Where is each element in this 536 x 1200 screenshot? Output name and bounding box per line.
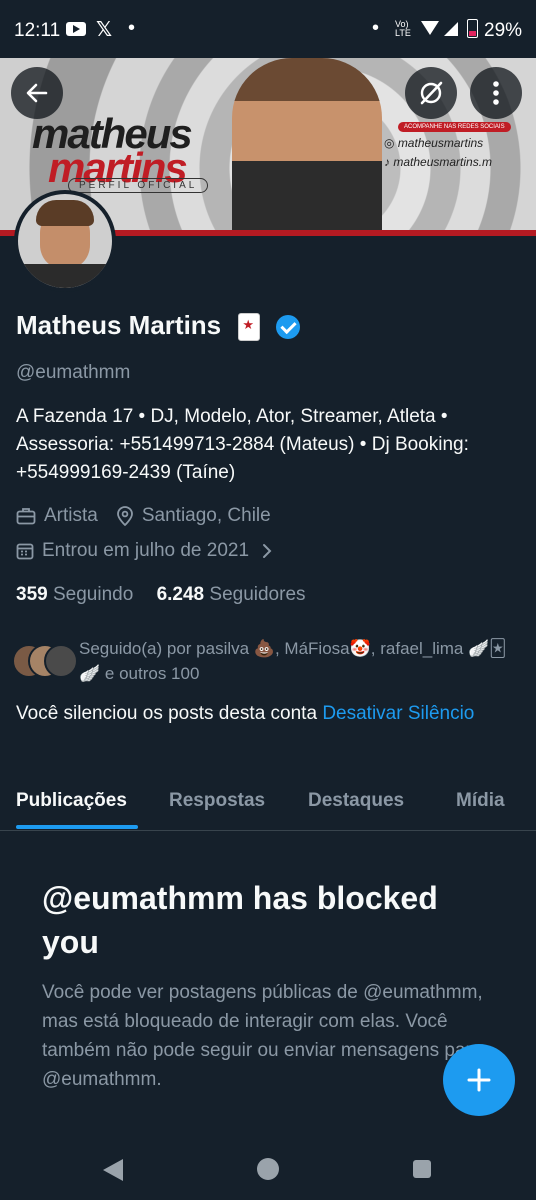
banner-tiktok: ♪ matheusmartins.m <box>384 155 492 169</box>
profile-joined-row[interactable]: Entrou em julho de 2021 <box>16 540 275 562</box>
briefcase-icon <box>16 508 36 525</box>
verified-badge-icon[interactable] <box>275 315 300 340</box>
nav-back-icon[interactable] <box>103 1159 123 1181</box>
instagram-icon: ◎ <box>384 136 398 150</box>
blocked-description: Você pode ver postagens públicas de @eum… <box>42 982 483 1090</box>
banner-instagram: ◎ matheusmartins <box>384 136 483 150</box>
nav-recents-icon[interactable] <box>413 1160 431 1178</box>
profile-bio: A Fazenda 17 • DJ, Modelo, Ator, Streame… <box>16 406 469 483</box>
muted-notice: Você silenciou os posts desta conta Desa… <box>16 699 516 728</box>
blocked-title: @eumathmm has blocked you <box>42 880 438 960</box>
more-vertical-icon <box>493 81 499 105</box>
grok-button[interactable] <box>405 67 457 119</box>
follower-avatar <box>44 644 78 678</box>
battery-icon <box>467 19 478 38</box>
tab-respostas[interactable]: Respostas <box>169 790 265 812</box>
following-label: Seguindo <box>52 584 134 605</box>
grok-icon <box>420 81 443 105</box>
profile-handle: @eumathmm <box>16 362 131 383</box>
status-time: 12:11 <box>14 20 61 41</box>
muted-text: Você silenciou os posts desta conta <box>16 703 318 724</box>
cell-signal-icon <box>444 22 458 36</box>
followers-label: Seguidores <box>209 584 306 605</box>
followers-count: 6.248 <box>156 584 205 605</box>
avatar-hair <box>36 200 94 226</box>
notification-dot-icon: • <box>128 17 136 39</box>
more-options-button[interactable] <box>470 67 522 119</box>
joker-card-emoji-icon <box>238 313 261 342</box>
chevron-right-icon <box>263 544 272 558</box>
followers-link[interactable]: 6.248 Seguidores <box>157 584 306 605</box>
compose-button[interactable] <box>443 1044 515 1116</box>
following-link[interactable]: 359 Seguindo <box>16 584 133 605</box>
banner-instagram-handle: matheusmartins <box>397 136 484 150</box>
banner-brand-line3: PERFIL OFICIAL <box>68 178 209 193</box>
profile-meta-row: Artista Santiago, Chile <box>16 505 271 527</box>
banner-tiktok-handle: matheusmartins.m <box>393 155 493 169</box>
battery-percent: 29% <box>484 20 523 41</box>
plus-icon <box>467 1068 491 1092</box>
x-logo-icon: 𝕏 <box>96 19 113 41</box>
back-button[interactable] <box>11 67 63 119</box>
profile-name: Matheus Martins <box>16 310 300 342</box>
followed-by-avatars[interactable] <box>12 644 78 678</box>
active-tab-indicator <box>16 825 138 829</box>
unmute-link[interactable]: Desativar Silêncio <box>322 703 474 724</box>
nav-home-icon[interactable] <box>257 1158 279 1180</box>
status-bar: 12:11 𝕏 • • Vo) LTE 29% <box>0 0 536 58</box>
tab-destaques[interactable]: Destaques <box>308 790 404 812</box>
banner-social-tag: ACOMPANHE NAS REDES SOCIAIS <box>398 122 511 132</box>
location-pin-icon <box>116 506 133 526</box>
lte-indicator: Vo) LTE <box>395 19 411 38</box>
tab-midia[interactable]: Mídia <box>456 790 505 812</box>
wifi-icon <box>421 21 439 35</box>
profile-location: Santiago, Chile <box>141 505 271 526</box>
followed-by-text[interactable]: Seguido(a) por pasilva 💩, MáFiosa🤡, rafa… <box>79 636 519 686</box>
following-count: 359 <box>16 584 48 605</box>
profile-name-text: Matheus Martins <box>16 310 222 340</box>
banner-photo <box>232 58 382 230</box>
back-arrow-icon <box>26 83 48 103</box>
tab-publicacoes[interactable]: Publicações <box>16 790 127 812</box>
calendar-icon <box>16 543 34 560</box>
profile-joined: Entrou em julho de 2021 <box>42 540 250 561</box>
tiktok-icon: ♪ <box>384 155 394 169</box>
youtube-icon <box>66 22 86 36</box>
profile-tabs: Publicações Respostas Destaques Mídia <box>0 778 536 831</box>
profile-category: Artista <box>44 505 98 526</box>
notification-dot-icon: • <box>372 17 380 39</box>
follow-stats: 359 Seguindo 6.248 Seguidores <box>16 584 306 606</box>
avatar[interactable] <box>14 190 116 292</box>
avatar-shirt <box>18 264 112 288</box>
